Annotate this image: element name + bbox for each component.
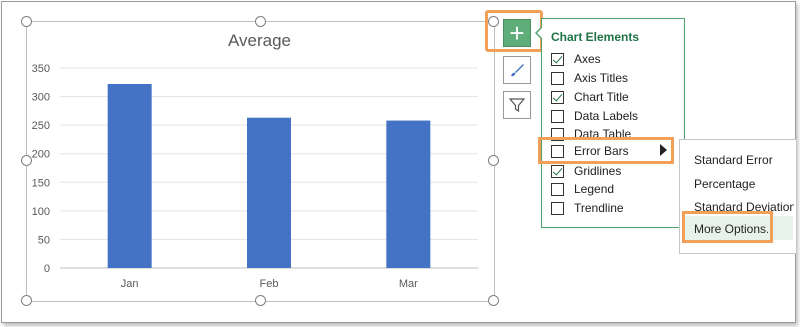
- y-tick-label: 200: [32, 149, 50, 161]
- more-options-highlight: [682, 211, 773, 243]
- element-label: Data Labels: [574, 109, 639, 123]
- submenu-item-percentage[interactable]: Percentage: [694, 177, 755, 191]
- y-tick-label: 150: [32, 177, 50, 189]
- chart-filters-button[interactable]: [503, 91, 531, 119]
- element-item-trendline[interactable]: Trendline: [551, 199, 624, 217]
- chart-styles-button[interactable]: [503, 56, 531, 84]
- element-label: Axis Titles: [574, 71, 629, 85]
- element-label: Axes: [574, 52, 601, 66]
- panel-title: Chart Elements: [551, 30, 640, 44]
- y-tick-label: 0: [44, 263, 50, 275]
- element-item-data-labels[interactable]: Data Labels: [551, 107, 638, 125]
- bar-jan[interactable]: [107, 84, 152, 268]
- element-item-chart-title[interactable]: Chart Title: [551, 88, 629, 106]
- element-label: Gridlines: [574, 164, 622, 178]
- error-bars-highlight: [538, 137, 674, 164]
- element-item-axis-titles[interactable]: Axis Titles: [551, 69, 628, 87]
- y-tick-label: 250: [32, 120, 50, 132]
- bar-feb[interactable]: [247, 117, 291, 268]
- bar-mar[interactable]: [386, 120, 431, 268]
- y-tick-label: 300: [32, 92, 50, 104]
- y-tick-label: 50: [38, 234, 50, 246]
- filter-icon: [508, 98, 526, 113]
- data-labels-checkbox[interactable]: [551, 109, 564, 123]
- legend-checkbox[interactable]: [551, 182, 564, 196]
- chart-elements-button[interactable]: +: [503, 19, 531, 47]
- brush-icon: [511, 64, 524, 77]
- chart-title-checkbox[interactable]: [551, 90, 564, 104]
- x-tick-label: Mar: [399, 278, 418, 290]
- element-label: Trendline: [574, 201, 624, 215]
- plus-icon: +: [509, 18, 525, 48]
- element-item-legend[interactable]: Legend: [551, 180, 614, 198]
- element-item-gridlines[interactable]: Gridlines: [551, 162, 621, 180]
- element-label: Chart Title: [574, 90, 629, 104]
- element-item-axes[interactable]: Axes: [551, 50, 601, 68]
- x-tick-label: Feb: [260, 278, 279, 290]
- submenu-item-standard-error[interactable]: Standard Error: [694, 153, 773, 167]
- x-tick-label: Jan: [121, 278, 139, 290]
- axes-checkbox[interactable]: [551, 52, 564, 66]
- gridlines-checkbox[interactable]: [551, 164, 564, 178]
- submenu-arrow-icon[interactable]: [660, 144, 667, 156]
- element-label: Legend: [574, 182, 615, 196]
- y-tick-label: 100: [32, 206, 50, 218]
- axis-titles-checkbox[interactable]: [551, 71, 564, 85]
- trendline-checkbox[interactable]: [551, 201, 564, 215]
- y-tick-label: 350: [32, 63, 50, 75]
